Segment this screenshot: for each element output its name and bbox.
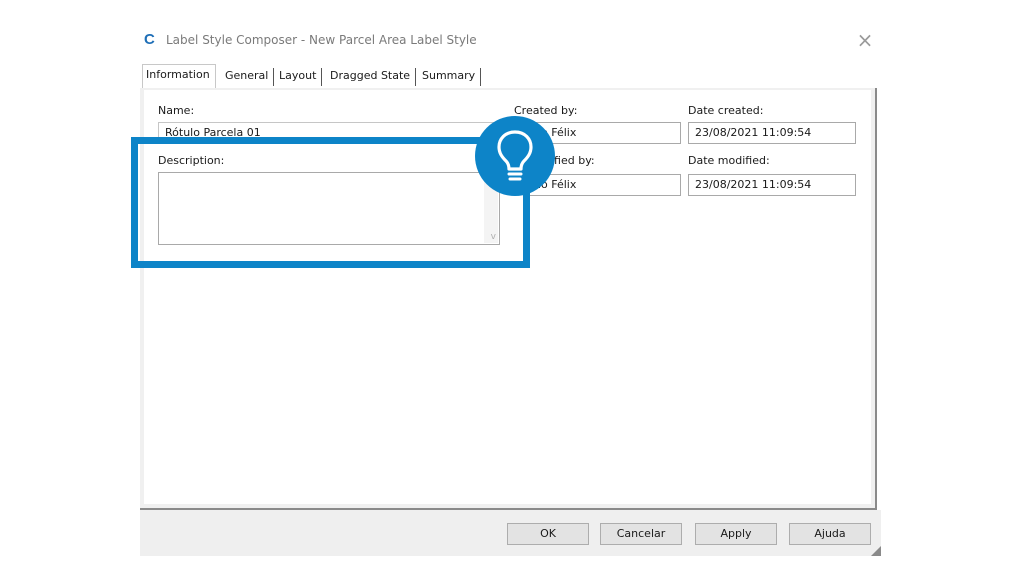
close-button[interactable]: × (851, 28, 879, 54)
tab-general[interactable]: General (222, 66, 275, 88)
date-modified-label: Date modified: (688, 154, 770, 167)
tip-badge (475, 116, 555, 196)
resize-grip-icon[interactable] (871, 546, 881, 556)
tab-layout[interactable]: Layout (276, 66, 323, 88)
dialog-footer: OK Cancelar Apply Ajuda (140, 510, 881, 556)
description-highlight-frame (131, 137, 530, 268)
lightbulb-icon (497, 130, 533, 181)
apply-button[interactable]: Apply (695, 523, 777, 545)
tab-summary[interactable]: Summary (419, 66, 482, 88)
app-icon: C (144, 31, 155, 48)
name-label: Name: (158, 104, 195, 117)
cancel-button[interactable]: Cancelar (600, 523, 682, 545)
title-bar: C Label Style Composer - New Parcel Area… (138, 26, 883, 56)
date-modified-field: 23/08/2021 11:09:54 (688, 174, 856, 196)
label-style-composer-dialog: C Label Style Composer - New Parcel Area… (138, 26, 883, 556)
tab-dragged-state[interactable]: Dragged State (327, 66, 417, 88)
date-created-field: 23/08/2021 11:09:54 (688, 122, 856, 144)
help-button[interactable]: Ajuda (789, 523, 871, 545)
tab-information[interactable]: Information (142, 64, 216, 88)
window-title: Label Style Composer - New Parcel Area L… (166, 33, 477, 47)
ok-button[interactable]: OK (507, 523, 589, 545)
date-created-label: Date created: (688, 104, 764, 117)
